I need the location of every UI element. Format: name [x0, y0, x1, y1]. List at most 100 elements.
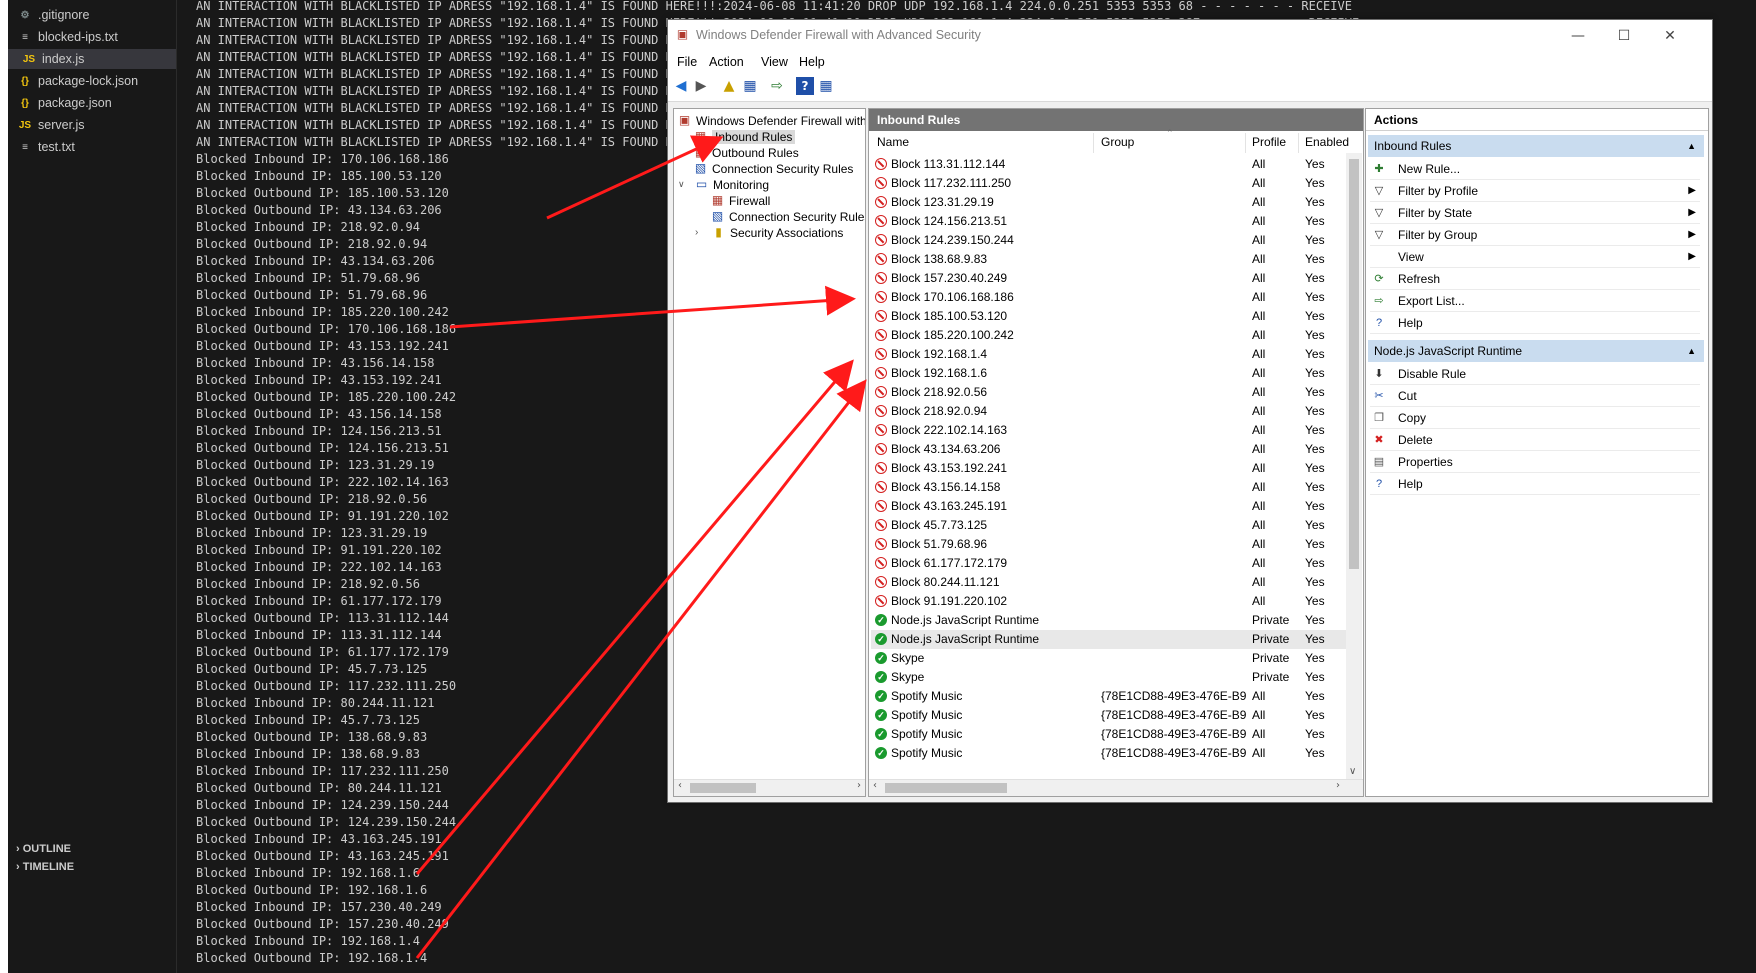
menu-help[interactable]: Help	[799, 55, 825, 69]
rule-row[interactable]: Block 124.156.213.51 All Yes	[871, 212, 1346, 231]
rule-row[interactable]: Block 43.153.192.241 All Yes	[871, 459, 1346, 478]
column-header-group[interactable]: Group	[1101, 135, 1134, 149]
up-folder-icon[interactable]: ▲	[720, 77, 738, 95]
scroll-right-icon[interactable]: ›	[1336, 780, 1340, 791]
column-header-profile[interactable]: Profile	[1252, 135, 1286, 149]
maximize-button[interactable]: ☐	[1601, 24, 1647, 48]
action-item[interactable]: ⇨ Export List...	[1370, 290, 1700, 312]
tree-item-monitoring-connection-security[interactable]: ▧ Connection Security Rules	[710, 208, 865, 225]
chevron-down-icon[interactable]: ∨	[678, 179, 690, 190]
collapse-section-icon[interactable]: ▲	[1687, 135, 1696, 157]
collapse-section-icon[interactable]: ▲	[1687, 340, 1696, 362]
action-item[interactable]: ▽ Filter by Group ▶	[1370, 224, 1700, 246]
rule-row[interactable]: Block 43.156.14.158 All Yes	[871, 478, 1346, 497]
outline-section[interactable]: › OUTLINE	[16, 843, 71, 855]
file-item[interactable]: ≡ test.txt	[18, 137, 75, 157]
rule-row[interactable]: Block 222.102.14.163 All Yes	[871, 421, 1346, 440]
export-icon[interactable]: ⇨	[768, 77, 786, 95]
rule-row[interactable]: Block 43.134.63.206 All Yes	[871, 440, 1346, 459]
action-item[interactable]: View ▶	[1370, 246, 1700, 268]
rule-row[interactable]: ✓ Spotify Music {78E1CD88-49E3-476E-B926-.…	[871, 725, 1346, 744]
rules-horizontal-scrollbar[interactable]: ‹ ›	[869, 779, 1363, 796]
menu-view[interactable]: View	[761, 55, 788, 69]
tree-item-inbound-rules[interactable]: ▦ Inbound Rules	[693, 128, 796, 145]
tree-root[interactable]: ▣ Windows Defender Firewall with Advance…	[677, 112, 865, 129]
back-arrow-icon[interactable]: ◀	[672, 77, 690, 95]
actions-section-header[interactable]: Inbound Rules ▲	[1368, 135, 1704, 157]
forward-arrow-icon[interactable]: ▶	[692, 77, 710, 95]
action-item[interactable]: ✖ Delete	[1370, 429, 1700, 451]
file-item[interactable]: JS server.js	[18, 115, 85, 135]
rule-row[interactable]: Block 185.220.100.242 All Yes	[871, 326, 1346, 345]
rule-row[interactable]: ✓ Spotify Music {78E1CD88-49E3-476E-B926-.…	[871, 706, 1346, 725]
scroll-thumb[interactable]	[885, 783, 1007, 793]
tree-item-outbound-rules[interactable]: ▦ Outbound Rules	[693, 144, 799, 161]
minimize-button[interactable]: —	[1555, 24, 1601, 48]
rule-row[interactable]: Block 170.106.168.186 All Yes	[871, 288, 1346, 307]
action-item[interactable]: ▽ Filter by Profile ▶	[1370, 180, 1700, 202]
file-item[interactable]: ⚙ .gitignore	[18, 5, 90, 25]
action-item[interactable]: ❐ Copy	[1370, 407, 1700, 429]
action-item[interactable]: ▤ Properties	[1370, 451, 1700, 473]
scroll-left-icon[interactable]: ‹	[873, 780, 877, 791]
file-item[interactable]: {} package.json	[18, 93, 112, 113]
scroll-down-icon[interactable]: ∨	[1349, 766, 1356, 777]
tree-item-security-associations[interactable]: › ▮ Security Associations	[695, 224, 843, 241]
column-divider[interactable]	[1298, 133, 1299, 153]
rule-row[interactable]: ✓ Node.js JavaScript Runtime Private Yes	[871, 611, 1346, 630]
rule-row[interactable]: ✓ Skype Private Yes	[871, 649, 1346, 668]
action-item[interactable]: ✂ Cut	[1370, 385, 1700, 407]
rule-row[interactable]: ✓ Spotify Music {78E1CD88-49E3-476E-B926-.…	[871, 744, 1346, 763]
action-item[interactable]: ⬇ Disable Rule	[1370, 363, 1700, 385]
actions-section-header[interactable]: Node.js JavaScript Runtime ▲	[1368, 340, 1704, 362]
scroll-thumb[interactable]	[1349, 159, 1359, 569]
menu-action[interactable]: Action	[709, 55, 744, 69]
rule-row[interactable]: Block 192.168.1.4 All Yes	[871, 345, 1346, 364]
show-hide-action-pane-icon[interactable]: ▦	[817, 77, 835, 95]
rule-row[interactable]: Block 91.191.220.102 All Yes	[871, 592, 1346, 611]
scroll-right-icon[interactable]: ›	[857, 780, 861, 791]
column-header-name[interactable]: Name	[877, 135, 909, 149]
scroll-left-icon[interactable]: ‹	[678, 780, 682, 791]
help-icon[interactable]: ?	[796, 77, 814, 95]
rule-row[interactable]: Block 218.92.0.56 All Yes	[871, 383, 1346, 402]
rule-row[interactable]: Block 61.177.172.179 All Yes	[871, 554, 1346, 573]
rules-vertical-scrollbar[interactable]: ∨	[1346, 153, 1362, 779]
file-item[interactable]: JS index.js	[8, 49, 176, 69]
rule-row[interactable]: Block 124.239.150.244 All Yes	[871, 231, 1346, 250]
chevron-right-icon[interactable]: ›	[695, 227, 707, 238]
action-item[interactable]: ▽ Filter by State ▶	[1370, 202, 1700, 224]
tree-horizontal-scrollbar[interactable]: ‹ ›	[674, 779, 865, 796]
action-item[interactable]: ? Help	[1370, 312, 1700, 334]
rule-row[interactable]: Block 192.168.1.6 All Yes	[871, 364, 1346, 383]
action-item[interactable]: ✚ New Rule...	[1370, 158, 1700, 180]
file-item[interactable]: ≡ blocked-ips.txt	[18, 27, 118, 47]
rule-row[interactable]: Block 138.68.9.83 All Yes	[871, 250, 1346, 269]
rule-row[interactable]: Block 51.79.68.96 All Yes	[871, 535, 1346, 554]
action-item[interactable]: ? Help	[1370, 473, 1700, 495]
file-item[interactable]: {} package-lock.json	[18, 71, 138, 91]
rule-row[interactable]: Block 123.31.29.19 All Yes	[871, 193, 1346, 212]
rule-row[interactable]: Block 45.7.73.125 All Yes	[871, 516, 1346, 535]
tree-item-firewall[interactable]: ▦ Firewall	[710, 192, 771, 209]
scroll-thumb[interactable]	[690, 783, 756, 793]
tree-item-monitoring[interactable]: ∨ ▭ Monitoring	[678, 176, 769, 193]
rule-row[interactable]: Block 43.163.245.191 All Yes	[871, 497, 1346, 516]
rule-row[interactable]: Block 157.230.40.249 All Yes	[871, 269, 1346, 288]
rule-row[interactable]: ✓ Spotify Music {78E1CD88-49E3-476E-B926-.…	[871, 687, 1346, 706]
rule-row[interactable]: Block 185.100.53.120 All Yes	[871, 307, 1346, 326]
rule-row[interactable]: ✓ Node.js JavaScript Runtime Private Yes	[871, 630, 1346, 649]
close-button[interactable]: ✕	[1647, 24, 1693, 48]
tree-item-connection-security-rules[interactable]: ▧ Connection Security Rules	[693, 160, 854, 177]
rule-row[interactable]: Block 117.232.111.250 All Yes	[871, 174, 1346, 193]
column-divider[interactable]	[1245, 133, 1246, 153]
rule-row[interactable]: Block 80.244.11.121 All Yes	[871, 573, 1346, 592]
rule-row[interactable]: ✓ Skype Private Yes	[871, 668, 1346, 687]
rule-row[interactable]: Block 218.92.0.94 All Yes	[871, 402, 1346, 421]
timeline-section[interactable]: › TIMELINE	[16, 861, 74, 873]
title-bar[interactable]: ▣ Windows Defender Firewall with Advance…	[668, 20, 1712, 51]
column-header-enabled[interactable]: Enabled	[1305, 135, 1349, 149]
action-item[interactable]: ⟳ Refresh	[1370, 268, 1700, 290]
rule-row[interactable]: Block 113.31.112.144 All Yes	[871, 155, 1346, 174]
column-divider[interactable]	[1093, 133, 1094, 153]
